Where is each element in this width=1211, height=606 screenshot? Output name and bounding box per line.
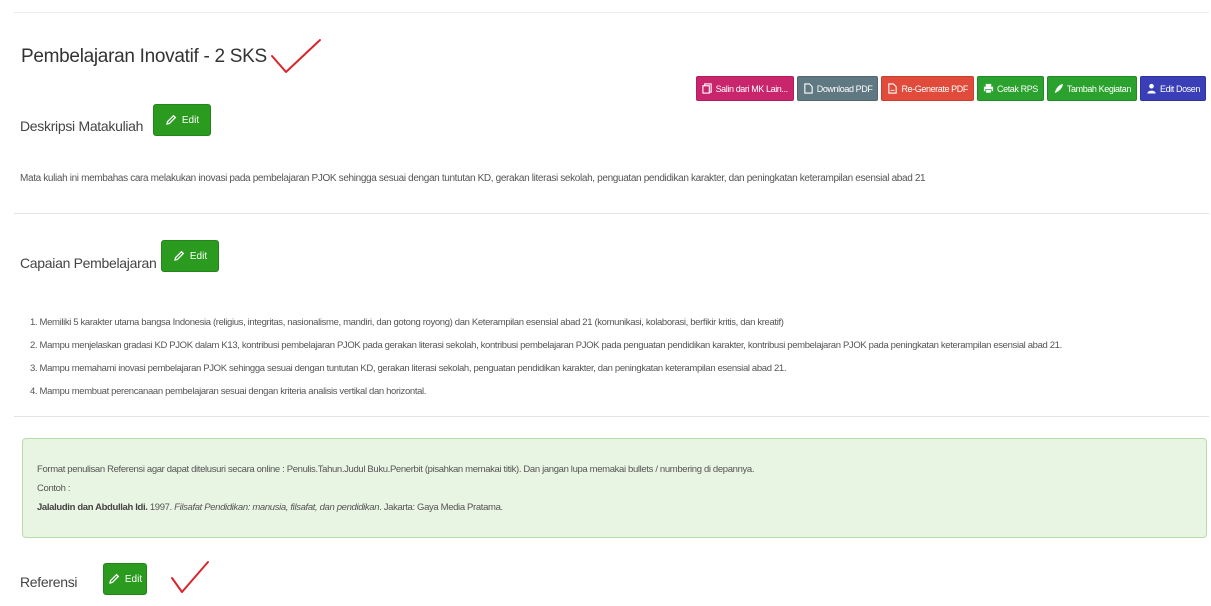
checkmark-annotation-icon xyxy=(271,39,321,73)
download-pdf-button[interactable]: Download PDF xyxy=(796,76,879,101)
referensi-format-alert: Format penulisan Referensi agar dapat di… xyxy=(22,438,1207,538)
top-divider xyxy=(14,12,1209,13)
edit-label: Edit xyxy=(181,114,200,126)
print-icon xyxy=(983,83,994,94)
user-icon xyxy=(1147,83,1156,94)
list-item: 1. Memiliki 5 karakter utama bangsa Indo… xyxy=(30,317,784,328)
format-instructions: Format penulisan Referensi agar dapat di… xyxy=(37,464,755,475)
referensi-heading: Referensi xyxy=(20,574,78,590)
course-title: Pembelajaran Inovatif - 2 SKS xyxy=(21,46,267,67)
edit-dosen-label: Edit Dosen xyxy=(1159,83,1200,94)
regenerate-pdf-label: Re-Generate PDF xyxy=(901,83,968,94)
contoh-label: Contoh : xyxy=(37,483,71,494)
file-pdf-icon xyxy=(888,83,898,94)
section-divider xyxy=(14,416,1209,417)
list-item: 2. Mampu menjelaskan gradasi KD PJOK dal… xyxy=(30,340,1062,351)
example-author: Jalaludin dan Abdullah Idi. xyxy=(37,502,148,513)
example-title: Filsafat Pendidikan: manusia, filsafat, … xyxy=(174,502,380,513)
checkmark-annotation-icon xyxy=(171,561,209,593)
tambah-kegiatan-label: Tambah Kegiatan xyxy=(1066,83,1131,94)
edit-dosen-button[interactable]: Edit Dosen xyxy=(1139,76,1206,101)
copy-icon xyxy=(701,83,712,94)
pencil-icon xyxy=(165,114,177,125)
pencil-icon xyxy=(173,250,185,261)
regenerate-pdf-button[interactable]: Re-Generate PDF xyxy=(881,76,974,101)
section-divider xyxy=(14,213,1209,214)
leaf-icon xyxy=(1054,83,1063,94)
rps-toolbar: Salin dari MK Lain... Download PDF Re-Ge… xyxy=(695,76,1206,101)
example-year: 1997. xyxy=(147,502,175,513)
salin-label: Salin dari MK Lain... xyxy=(715,83,789,94)
salin-dari-mk-lain-button[interactable]: Salin dari MK Lain... xyxy=(695,76,794,101)
edit-label: Edit xyxy=(124,573,143,585)
edit-capaian-button[interactable]: Edit xyxy=(161,240,219,272)
edit-referensi-button[interactable]: Edit xyxy=(103,563,147,595)
capaian-list: 1. Memiliki 5 karakter utama bangsa Indo… xyxy=(30,311,1062,403)
deskripsi-heading: Deskripsi Matakuliah xyxy=(20,118,144,134)
edit-deskripsi-button[interactable]: Edit xyxy=(153,104,211,136)
example-publisher: . Jakarta: Gaya Media Pratama. xyxy=(379,502,503,513)
tambah-kegiatan-button[interactable]: Tambah Kegiatan xyxy=(1046,76,1137,101)
cetak-rps-label: Cetak RPS xyxy=(996,83,1038,94)
list-item: 4. Mampu membuat perencanaan pembelajara… xyxy=(30,386,427,397)
pencil-icon xyxy=(108,573,120,584)
download-pdf-label: Download PDF xyxy=(816,83,873,94)
list-item: 3. Mampu memahami inovasi pembelajaran P… xyxy=(30,363,787,374)
edit-label: Edit xyxy=(189,250,208,262)
cetak-rps-button[interactable]: Cetak RPS xyxy=(976,76,1044,101)
deskripsi-text: Mata kuliah ini membahas cara melakukan … xyxy=(20,173,926,184)
reference-example: Jalaludin dan Abdullah Idi. 1997. Filsaf… xyxy=(37,498,1206,517)
capaian-heading: Capaian Pembelajaran xyxy=(20,255,157,271)
file-pdf-icon xyxy=(804,83,813,94)
